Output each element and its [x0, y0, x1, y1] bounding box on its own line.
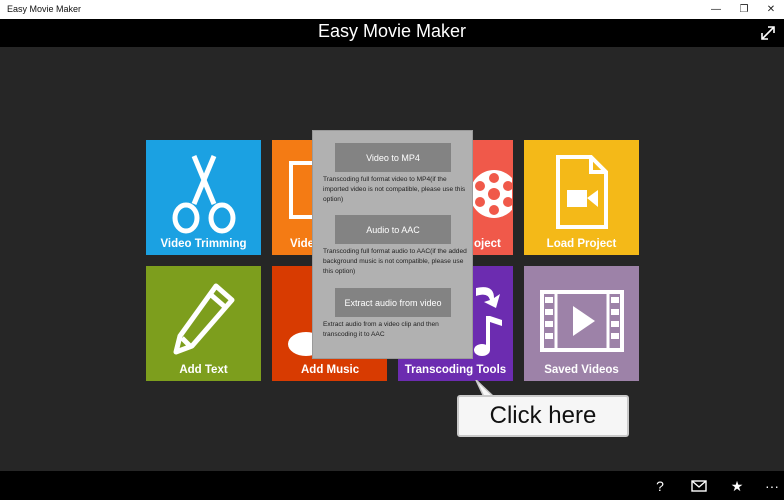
- tile-saved-videos[interactable]: Saved Videos: [524, 266, 639, 381]
- video-file-icon: [556, 155, 608, 229]
- video-to-mp4-button[interactable]: Video to MP4: [335, 143, 451, 172]
- transcoding-popup: Video to MP4 Transcoding full format vid…: [312, 130, 473, 359]
- star-icon[interactable]: ★: [727, 476, 747, 496]
- audio-to-aac-description: Transcoding full format audio to AAC(if …: [323, 248, 467, 275]
- app-header: Easy Movie Maker: [0, 19, 784, 47]
- window-titlebar: Easy Movie Maker — ❐ ✕: [0, 0, 784, 19]
- tile-label: Add Text: [179, 364, 228, 376]
- scissors-icon: [172, 155, 236, 234]
- tile-add-text[interactable]: Add Text: [146, 266, 261, 381]
- app-title: Easy Movie Maker: [317, 21, 467, 41]
- click-here-callout: Click here: [457, 395, 629, 437]
- close-button[interactable]: ✕: [757, 0, 784, 19]
- filmstrip-play-icon: [540, 290, 624, 352]
- transcode-icon: [474, 287, 502, 356]
- tile-label: oject: [474, 238, 501, 250]
- video-to-mp4-description: Transcoding full format video to MP4(if …: [323, 176, 466, 203]
- extract-audio-button[interactable]: Extract audio from video: [335, 288, 451, 317]
- film-reel-icon: [470, 170, 512, 218]
- mail-icon[interactable]: [689, 476, 709, 496]
- extract-audio-description: Extract audio from a video clip and then…: [323, 321, 439, 338]
- tile-label: Transcoding Tools: [404, 364, 507, 376]
- tile-video-trimming[interactable]: Video Trimming: [146, 140, 261, 255]
- restore-button[interactable]: ❐: [730, 0, 758, 19]
- pencil-icon: [173, 283, 235, 355]
- minimize-button[interactable]: —: [702, 0, 730, 19]
- more-icon[interactable]: ···: [762, 476, 782, 496]
- tile-label: Add Music: [301, 364, 360, 376]
- tile-load-project[interactable]: Load Project: [524, 140, 639, 255]
- window-title: Easy Movie Maker: [7, 4, 82, 14]
- tile-label: Video Trimming: [160, 238, 247, 250]
- audio-to-aac-button[interactable]: Audio to AAC: [335, 215, 451, 244]
- bottom-app-bar: ? ★ ···: [0, 471, 784, 500]
- tile-label: Load Project: [546, 238, 617, 250]
- expand-icon[interactable]: [758, 23, 778, 43]
- help-icon[interactable]: ?: [650, 476, 670, 496]
- tile-label: Saved Videos: [544, 364, 619, 376]
